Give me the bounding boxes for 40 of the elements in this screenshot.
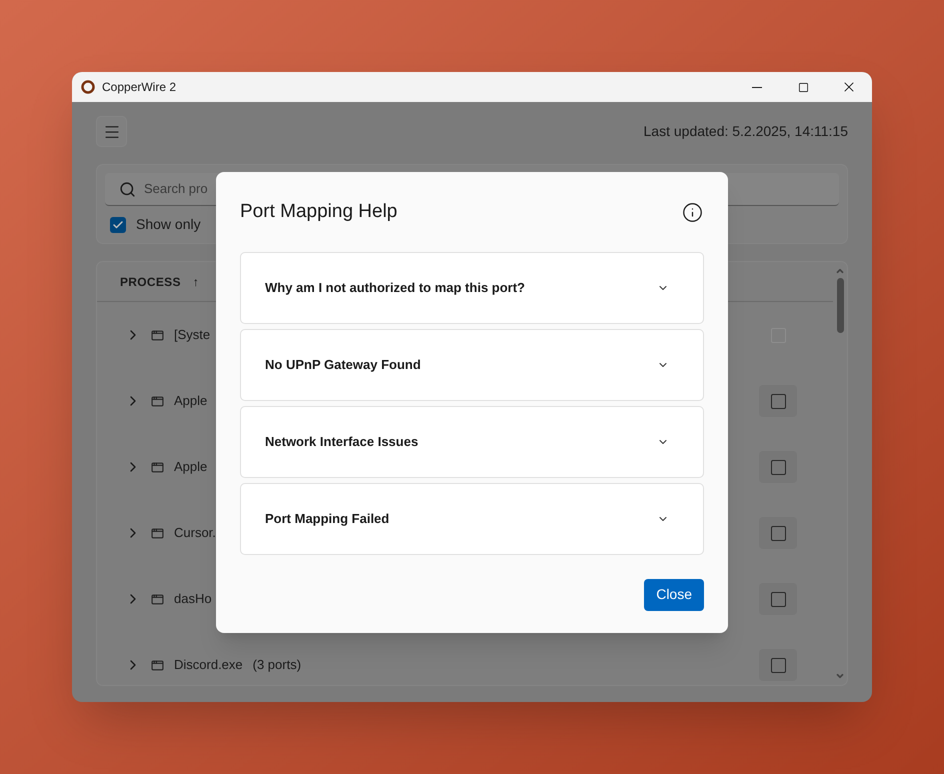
maximize-icon (798, 82, 808, 92)
accordion-item[interactable]: Port Mapping Failed (240, 482, 704, 554)
dialog-title: Port Mapping Help (240, 200, 398, 224)
port-count: (3 ports) (252, 656, 302, 674)
process-name: Cursor. (174, 524, 216, 542)
column-header[interactable]: PROCESS ↑ (120, 272, 200, 290)
row-checkbox[interactable] (759, 451, 797, 483)
row-checkbox[interactable] (759, 649, 797, 681)
process-name: Apple (174, 392, 208, 410)
process-icon (151, 460, 164, 474)
scroll-up-icon (835, 266, 845, 276)
menu-button[interactable] (96, 116, 127, 147)
process-name: [Syste (174, 326, 210, 344)
app-logo-icon (81, 80, 95, 94)
window-title: CopperWire 2 (102, 79, 176, 96)
minimize-icon (752, 86, 762, 88)
row-checkbox[interactable] (759, 385, 797, 417)
search-input[interactable]: Search pro (144, 179, 212, 199)
filter-label: Show only (136, 215, 201, 234)
last-updated-text: Last updated: 5.2.2025, 14:11:15 (644, 122, 848, 141)
check-icon (112, 218, 124, 230)
search-icon (119, 180, 136, 198)
accordion-item[interactable]: No UPnP Gateway Found (240, 328, 704, 400)
row-checkbox[interactable] (759, 517, 797, 549)
close-button[interactable]: Close (644, 578, 704, 610)
scrollbar[interactable] (835, 266, 845, 681)
accordion-item[interactable]: Network Interface Issues (240, 406, 704, 478)
process-icon (151, 394, 164, 408)
process-name: Discord.exe (174, 656, 243, 674)
process-icon (151, 658, 164, 672)
process-icon (151, 592, 164, 606)
info-icon (682, 202, 703, 223)
row-checkbox[interactable] (759, 583, 797, 615)
accordion-item[interactable]: Why am I not authorized to map this port? (240, 252, 704, 324)
process-name: Apple (174, 458, 208, 476)
process-icon (151, 328, 164, 342)
scroll-down-icon (835, 671, 845, 681)
process-icon (151, 526, 164, 540)
filter-checkbox[interactable] (110, 216, 126, 232)
process-name: dasHo (174, 590, 212, 608)
